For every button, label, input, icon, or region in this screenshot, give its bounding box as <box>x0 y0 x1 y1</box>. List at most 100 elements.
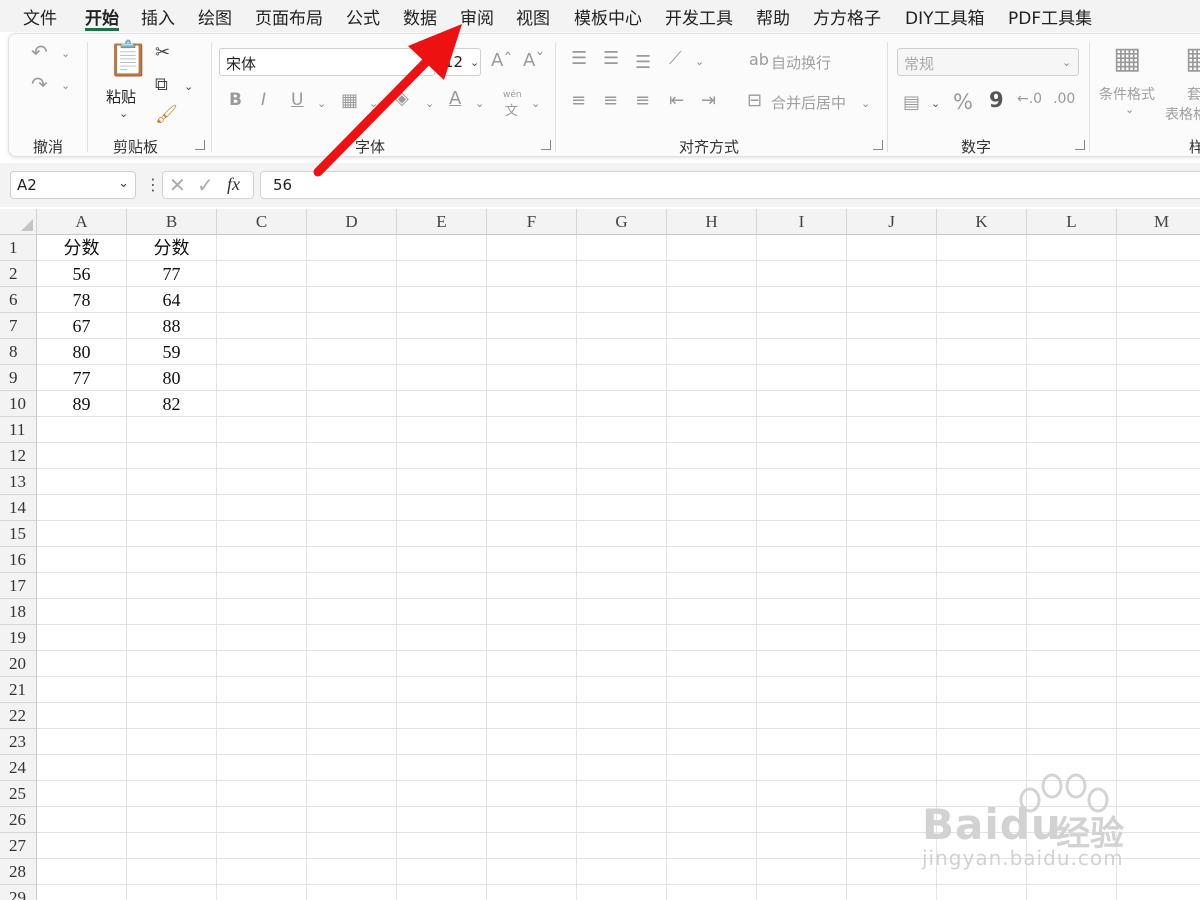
cell[interactable] <box>577 547 667 573</box>
cell[interactable] <box>127 599 217 625</box>
merge-dropdown-icon[interactable]: ⌄ <box>861 98 870 109</box>
cell[interactable] <box>1117 443 1200 469</box>
cell[interactable] <box>757 417 847 443</box>
cell[interactable] <box>307 547 397 573</box>
underline-dropdown-icon[interactable]: ⌄ <box>317 98 326 109</box>
accounting-format-icon[interactable]: ▤ <box>903 94 920 112</box>
insert-function-icon[interactable]: fx <box>227 174 240 195</box>
cell[interactable] <box>937 235 1027 261</box>
cell[interactable] <box>937 443 1027 469</box>
cell[interactable] <box>1117 625 1200 651</box>
format-as-table-label-top[interactable]: 套 <box>1187 84 1200 104</box>
orientation-dropdown-icon[interactable]: ⌄ <box>695 56 704 67</box>
cell[interactable] <box>667 495 757 521</box>
cell[interactable] <box>397 391 487 417</box>
cell[interactable] <box>667 573 757 599</box>
cell[interactable] <box>757 885 847 900</box>
cell[interactable] <box>1117 599 1200 625</box>
cell[interactable]: 59 <box>127 339 217 365</box>
cell[interactable] <box>127 807 217 833</box>
cell[interactable] <box>757 729 847 755</box>
column-header[interactable]: I <box>757 209 847 235</box>
cell[interactable]: 56 <box>37 261 127 287</box>
cell[interactable] <box>127 833 217 859</box>
cell[interactable] <box>937 599 1027 625</box>
cell[interactable] <box>127 755 217 781</box>
number-format-dropdown-icon[interactable]: ⌄ <box>1062 57 1071 68</box>
cell[interactable] <box>757 573 847 599</box>
cell[interactable] <box>577 391 667 417</box>
cell[interactable] <box>847 677 937 703</box>
clipboard-launcher-icon[interactable] <box>195 140 205 150</box>
cell[interactable] <box>487 495 577 521</box>
name-box[interactable]: A2 ⌄ <box>10 171 136 199</box>
cell[interactable]: 80 <box>37 339 127 365</box>
cell[interactable] <box>667 651 757 677</box>
format-painter-icon[interactable]: 🖌 <box>155 106 178 124</box>
format-as-table-icon[interactable]: ▦ <box>1185 44 1200 74</box>
cell[interactable] <box>487 261 577 287</box>
cell[interactable] <box>487 469 577 495</box>
cell[interactable] <box>217 313 307 339</box>
cell[interactable] <box>757 235 847 261</box>
cell[interactable] <box>217 261 307 287</box>
cell[interactable] <box>397 807 487 833</box>
cell[interactable] <box>937 339 1027 365</box>
name-box-dropdown-icon[interactable]: ⌄ <box>118 176 129 191</box>
cell[interactable] <box>127 495 217 521</box>
cell[interactable] <box>757 703 847 729</box>
cell[interactable] <box>487 703 577 729</box>
cell[interactable] <box>487 547 577 573</box>
cell[interactable] <box>127 859 217 885</box>
cell[interactable] <box>757 287 847 313</box>
cell[interactable] <box>1027 677 1117 703</box>
cell[interactable] <box>217 235 307 261</box>
cell[interactable] <box>847 599 937 625</box>
cell[interactable] <box>757 625 847 651</box>
cell[interactable] <box>937 703 1027 729</box>
cell[interactable] <box>37 521 127 547</box>
cell[interactable] <box>577 885 667 900</box>
cell[interactable] <box>937 521 1027 547</box>
cell[interactable] <box>217 521 307 547</box>
cell[interactable] <box>667 807 757 833</box>
cell[interactable] <box>667 235 757 261</box>
cell[interactable] <box>217 833 307 859</box>
cell[interactable] <box>937 261 1027 287</box>
font-size-combo[interactable]: 12 ⌄ <box>437 48 481 76</box>
menu-tab[interactable]: 开发工具 <box>665 4 733 29</box>
cell[interactable] <box>127 417 217 443</box>
decrease-decimal-icon[interactable]: .00 <box>1053 92 1075 106</box>
cancel-entry-icon[interactable]: ✕ <box>169 173 186 197</box>
number-launcher-icon[interactable] <box>1075 140 1085 150</box>
paste-dropdown-icon[interactable]: ⌄ <box>119 108 128 119</box>
copy-dropdown-icon[interactable]: ⌄ <box>184 81 193 92</box>
cell[interactable] <box>37 417 127 443</box>
cell[interactable] <box>937 365 1027 391</box>
cell[interactable] <box>1027 469 1117 495</box>
cell[interactable] <box>667 885 757 900</box>
cell[interactable] <box>667 781 757 807</box>
cell[interactable] <box>847 235 937 261</box>
decrease-font-icon[interactable]: Aˇ <box>523 52 544 70</box>
more-options-icon[interactable]: ⋮ <box>145 175 161 194</box>
column-header[interactable]: H <box>667 209 757 235</box>
column-header[interactable]: K <box>937 209 1027 235</box>
cell[interactable] <box>217 443 307 469</box>
cell[interactable] <box>307 703 397 729</box>
cell[interactable] <box>577 573 667 599</box>
cell[interactable] <box>577 443 667 469</box>
cell[interactable] <box>487 313 577 339</box>
menu-tab[interactable]: 视图 <box>516 4 550 29</box>
cell[interactable] <box>487 443 577 469</box>
cell[interactable] <box>1117 235 1200 261</box>
cell[interactable] <box>847 885 937 900</box>
cell[interactable] <box>1027 313 1117 339</box>
menu-tab[interactable]: 审阅 <box>460 4 494 29</box>
cell[interactable] <box>1027 261 1117 287</box>
cell[interactable] <box>1117 339 1200 365</box>
cell[interactable] <box>577 781 667 807</box>
cell[interactable] <box>1027 651 1117 677</box>
cell[interactable] <box>217 703 307 729</box>
menu-tab[interactable]: DIY工具箱 <box>905 4 985 29</box>
